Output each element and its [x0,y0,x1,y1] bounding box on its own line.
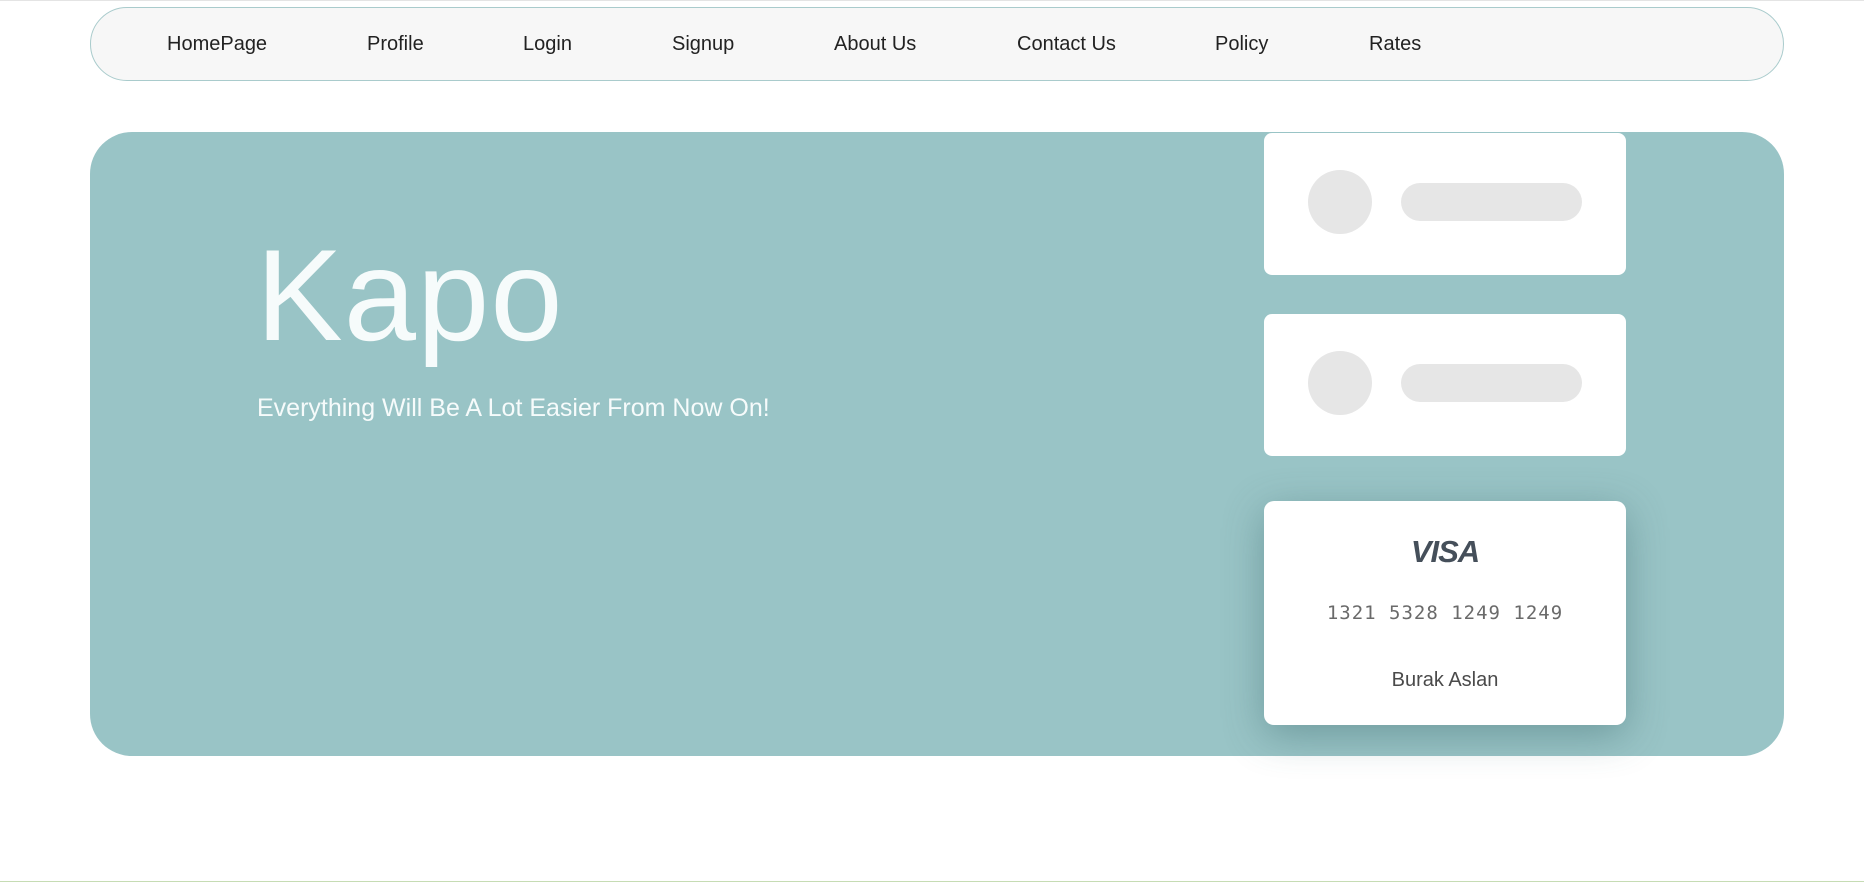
nav-link-login[interactable]: Login [523,8,572,80]
visa-logo-icon: VISA [1410,534,1480,569]
placeholder-text-line [1401,183,1582,221]
nav-link-signup[interactable]: Signup [672,8,734,80]
nav-link-contact-us[interactable]: Contact Us [1017,8,1116,80]
nav-link-policy[interactable]: Policy [1215,8,1268,80]
hero-banner: Kapo Everything Will Be A Lot Easier Fro… [90,132,1784,756]
nav-link-about-us[interactable]: About Us [834,8,916,80]
nav-link-rates[interactable]: Rates [1369,8,1421,80]
card-number: 1321 5328 1249 1249 [1326,602,1564,624]
top-navbar: HomePage Profile Login Signup About Us C… [90,7,1784,81]
hero-title: Kapo [256,222,564,368]
card-holder-name: Burak Aslan [1391,669,1499,691]
nav-link-profile[interactable]: Profile [367,8,424,80]
credit-card: VISA 1321 5328 1249 1249 Burak Aslan [1264,501,1626,725]
placeholder-card-2 [1264,314,1626,456]
hero-subtitle: Everything Will Be A Lot Easier From Now… [257,394,770,422]
placeholder-text-line [1401,364,1582,402]
placeholder-avatar [1308,170,1372,234]
top-divider [0,0,1864,1]
placeholder-avatar [1308,351,1372,415]
placeholder-card-1 [1264,133,1626,275]
nav-link-homepage[interactable]: HomePage [167,8,267,80]
